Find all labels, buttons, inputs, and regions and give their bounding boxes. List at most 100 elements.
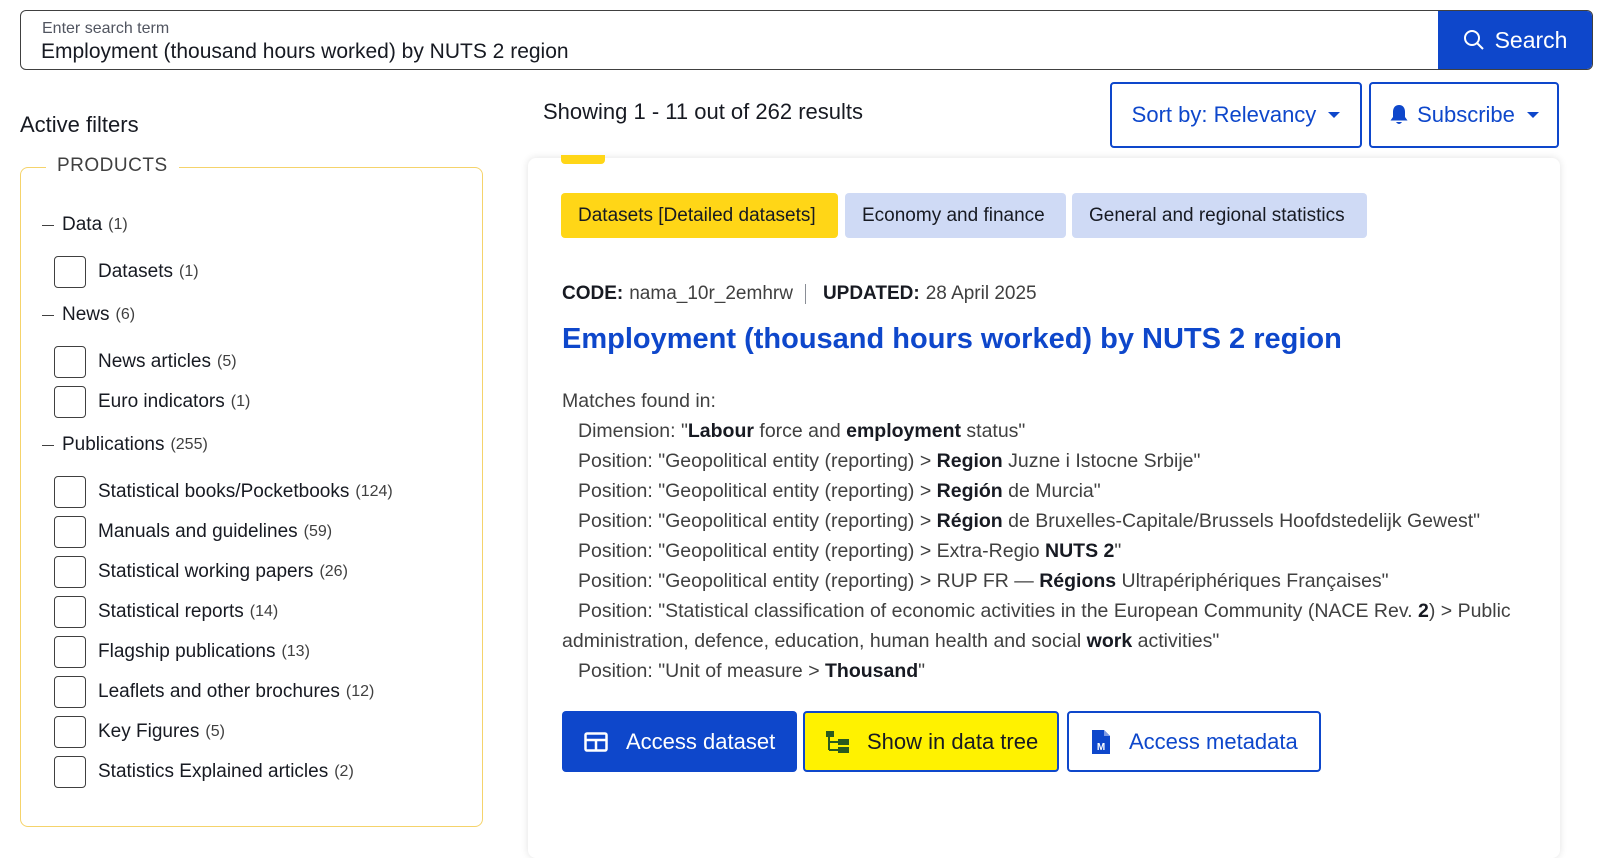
updated-label: UPDATED:	[822, 283, 920, 304]
table-icon	[584, 731, 608, 752]
bell-icon	[1390, 105, 1408, 124]
filter-item-count: (5)	[205, 723, 225, 740]
tag-general-regional[interactable]: General and regional statistics	[1072, 193, 1367, 238]
match-highlight: work	[1086, 630, 1133, 652]
filter-item-count: (13)	[281, 643, 310, 660]
filter-item-label: Statistical reports	[98, 601, 244, 622]
filter-group-count: (1)	[108, 216, 128, 233]
match-line: Position: "Geopolitical entity (reportin…	[562, 506, 1542, 536]
tag-datasets[interactable]: Datasets [Detailed datasets]	[561, 193, 838, 238]
checkbox[interactable]	[54, 386, 86, 418]
filter-item-count: (5)	[216, 353, 237, 370]
checkbox[interactable]	[54, 476, 86, 508]
match-highlight: NUTS 2	[1045, 540, 1115, 562]
checkbox[interactable]	[54, 636, 86, 668]
metadata-file-icon: M	[1092, 729, 1110, 754]
access-metadata-button[interactable]: M Access metadata	[1067, 711, 1321, 772]
match-highlight: Region	[936, 450, 1003, 472]
filter-item-statistical-books[interactable]: Statistical books/Pocketbooks (124)	[54, 476, 393, 508]
filter-group-data[interactable]: Data (1)	[42, 214, 128, 236]
filter-item-statistics-explained[interactable]: Statistics Explained articles (2)	[54, 756, 354, 788]
results-count: Showing 1 - 11 out of 262 results	[543, 99, 864, 124]
filter-group-label: Data	[62, 214, 103, 235]
match-highlight: Région	[936, 510, 1003, 532]
match-line: Position: "Geopolitical entity (reportin…	[562, 536, 1542, 566]
filter-group-count: (6)	[115, 306, 136, 323]
filter-item-flagship[interactable]: Flagship publications (13)	[54, 636, 310, 668]
filter-item-label: Statistics Explained articles	[98, 761, 329, 782]
filter-item-label: Euro indicators	[98, 391, 225, 412]
match-text: Position: "Geopolitical entity (reportin…	[578, 450, 937, 472]
checkbox[interactable]	[54, 716, 86, 748]
filter-item-key-figures[interactable]: Key Figures (5)	[54, 716, 225, 748]
match-text: de Bruxelles-Capitale/Brussels Hoofdsted…	[1002, 510, 1481, 532]
svg-text:M: M	[1097, 742, 1105, 753]
checkbox[interactable]	[54, 256, 86, 288]
match-text: Position: "Geopolitical entity (reportin…	[578, 570, 1040, 592]
collapse-icon	[42, 314, 54, 316]
search-input[interactable]	[41, 39, 1341, 65]
match-line: Position: "Unit of measure > Thousand"	[562, 656, 1542, 686]
match-text: Position: "Statistical classification of…	[578, 600, 1418, 622]
checkbox[interactable]	[54, 596, 86, 628]
filter-group-news[interactable]: News (6)	[42, 304, 135, 326]
search-button-label: Search	[1494, 26, 1568, 53]
filter-item-manuals[interactable]: Manuals and guidelines (59)	[54, 516, 332, 548]
match-text: "	[1114, 540, 1122, 562]
active-filters-heading: Active filters	[20, 112, 139, 137]
match-text: Juzne i Istocne Srbije"	[1002, 450, 1201, 472]
filter-item-label: Key Figures	[98, 721, 200, 742]
code-label: CODE:	[562, 283, 624, 304]
access-metadata-label: Access metadata	[1129, 728, 1298, 754]
filter-item-label: Datasets	[98, 261, 173, 282]
products-title: PRODUCTS	[46, 155, 179, 177]
match-line: Dimension: "Labour force and employment …	[562, 416, 1542, 446]
match-text: Position: "Geopolitical entity (reportin…	[578, 480, 937, 502]
updated-value: 28 April 2025	[925, 283, 1037, 304]
filter-item-label: Manuals and guidelines	[98, 521, 298, 542]
result-title-link[interactable]: Employment (thousand hours worked) by NU…	[562, 323, 1342, 356]
search-bar: Enter search term Search	[20, 10, 1593, 70]
checkbox[interactable]	[54, 516, 86, 548]
filter-item-leaflets[interactable]: Leaflets and other brochures (12)	[54, 676, 374, 708]
data-tree-icon	[826, 730, 849, 753]
search-label: Enter search term	[42, 20, 170, 37]
access-dataset-button[interactable]: Access dataset	[562, 711, 797, 772]
match-text: de Murcia"	[1002, 480, 1101, 502]
match-text: force and	[753, 420, 847, 442]
caret-down-icon	[1526, 112, 1539, 118]
match-text: activities"	[1132, 630, 1220, 652]
access-dataset-label: Access dataset	[626, 728, 776, 754]
filter-item-statistical-reports[interactable]: Statistical reports (14)	[54, 596, 278, 628]
filter-item-label: Leaflets and other brochures	[98, 681, 340, 702]
filter-group-publications[interactable]: Publications (255)	[42, 434, 208, 456]
filter-item-count: (12)	[345, 683, 375, 700]
filter-group-label: News	[62, 304, 110, 325]
filter-item-euro-indicators[interactable]: Euro indicators (1)	[54, 386, 250, 418]
match-highlight: Labour	[687, 420, 754, 442]
sort-dropdown[interactable]: Sort by: Relevancy	[1110, 82, 1362, 148]
match-text: Position: "Geopolitical entity (reportin…	[578, 510, 937, 532]
filter-item-news-articles[interactable]: News articles (5)	[54, 346, 237, 378]
filter-item-datasets[interactable]: Datasets (1)	[54, 256, 199, 288]
subscribe-label: Subscribe	[1417, 102, 1515, 127]
checkbox[interactable]	[54, 556, 86, 588]
match-highlight: Región	[936, 480, 1003, 502]
filter-group-count: (255)	[170, 436, 208, 453]
sort-label: Sort by: Relevancy	[1131, 102, 1317, 127]
subscribe-dropdown[interactable]: Subscribe	[1369, 82, 1559, 148]
checkbox[interactable]	[54, 676, 86, 708]
checkbox[interactable]	[54, 756, 86, 788]
tag-economy-finance[interactable]: Economy and finance	[845, 193, 1066, 238]
meta-separator	[804, 284, 806, 304]
filter-item-count: (1)	[178, 263, 199, 280]
match-highlight: employment	[846, 420, 961, 442]
filter-item-count: (1)	[230, 393, 251, 410]
search-field[interactable]: Enter search term	[21, 11, 1438, 69]
search-button[interactable]: Search	[1438, 11, 1592, 69]
filter-item-working-papers[interactable]: Statistical working papers (26)	[54, 556, 348, 588]
collapse-icon	[42, 224, 54, 226]
filter-item-label: Statistical books/Pocketbooks	[98, 481, 350, 502]
checkbox[interactable]	[54, 346, 86, 378]
show-in-data-tree-button[interactable]: Show in data tree	[803, 711, 1059, 772]
